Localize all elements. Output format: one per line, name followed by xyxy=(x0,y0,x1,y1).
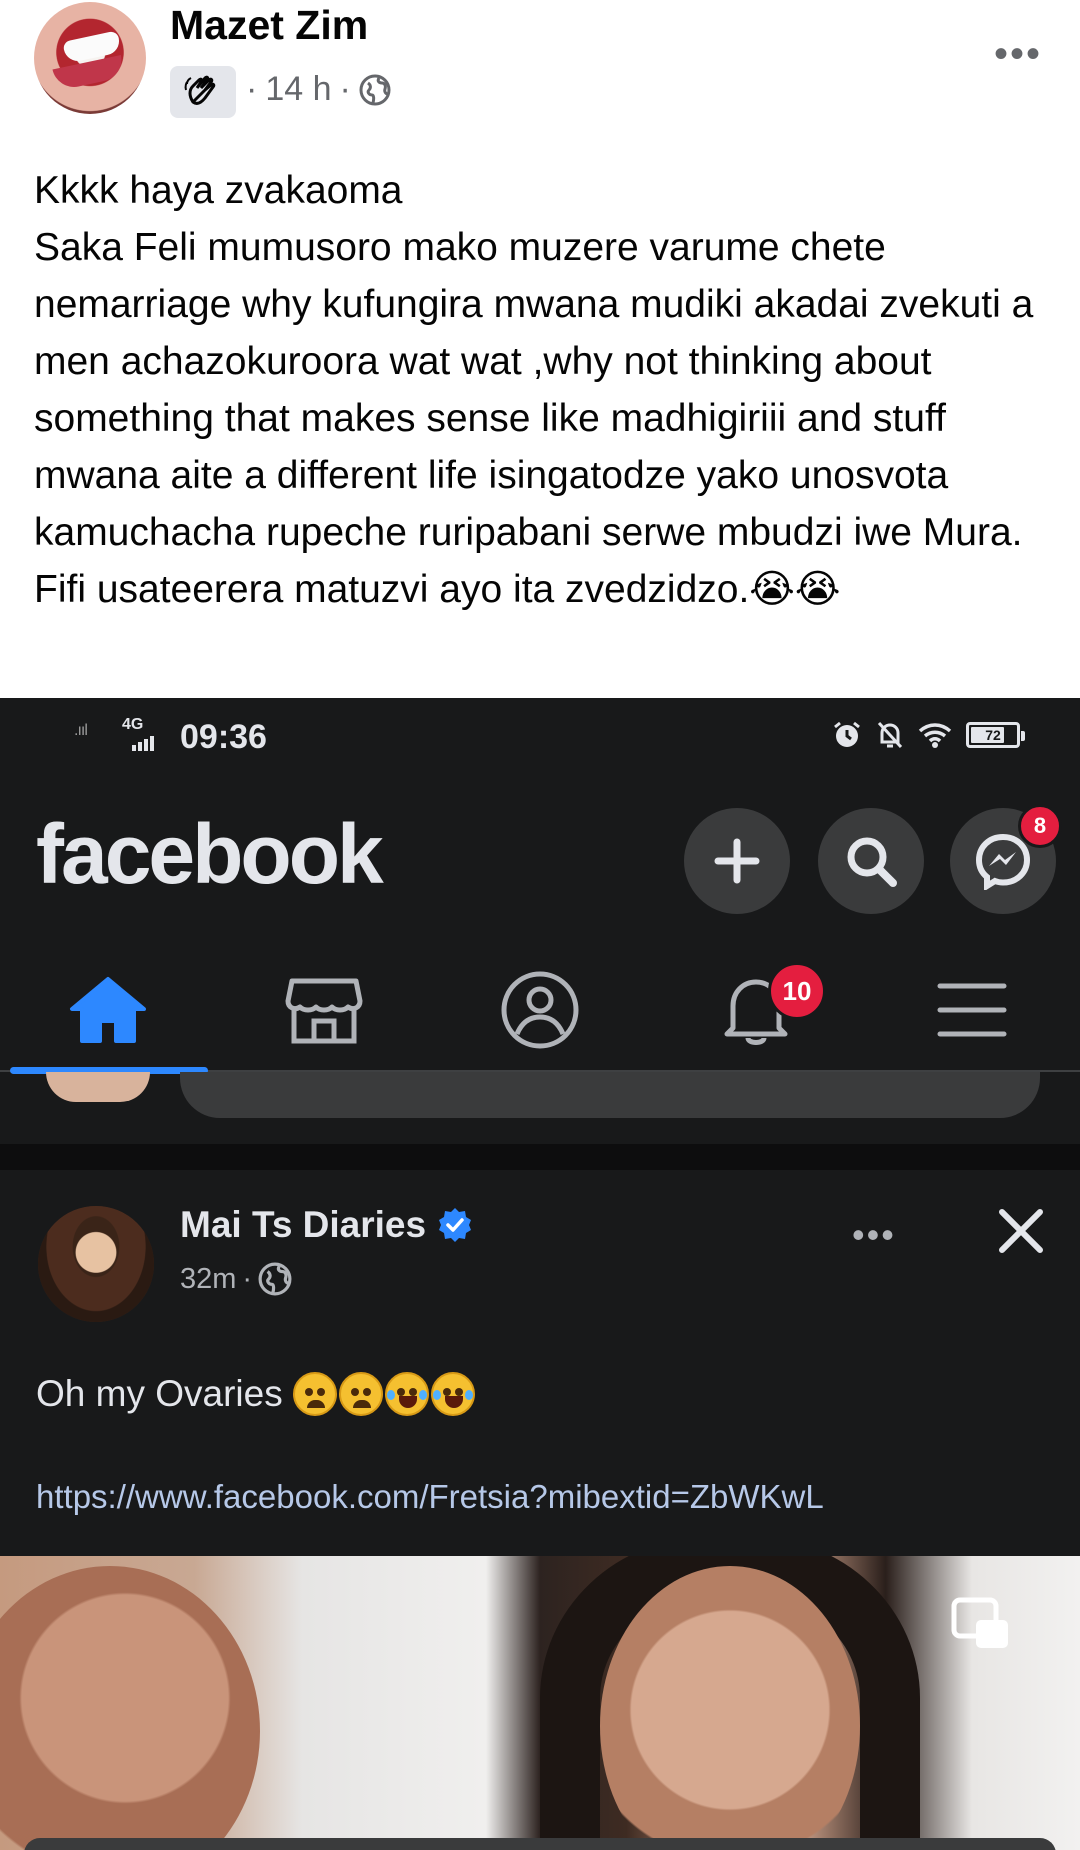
profile-icon xyxy=(501,971,579,1049)
page-name[interactable]: Mai Ts Diaries xyxy=(180,1204,474,1246)
home-icon xyxy=(70,977,146,1043)
tab-menu[interactable] xyxy=(864,948,1080,1072)
status-bar: .ııl 4G 09:36 72 xyxy=(0,698,1080,768)
crying-face-icon xyxy=(292,1372,337,1416)
embedded-screenshot: .ııl 4G 09:36 72 facebook 8 10 Mai Ts Di… xyxy=(0,698,1080,1850)
video-controls-bar[interactable] xyxy=(24,1838,1056,1850)
alarm-icon xyxy=(834,721,860,747)
globe-icon xyxy=(258,1262,292,1296)
post-meta: · 14 h · xyxy=(246,70,391,109)
inner-post-caption: Oh my Ovaries xyxy=(36,1373,283,1414)
composer-input[interactable] xyxy=(180,1072,1040,1118)
crying-face-icon xyxy=(338,1372,383,1416)
post-link[interactable]: https://www.facebook.com/Fretsia?mibexti… xyxy=(36,1478,824,1516)
status-icons: 72 xyxy=(832,720,1025,750)
page-name-label: Mai Ts Diaries xyxy=(180,1204,427,1245)
network-type: 4G xyxy=(122,716,144,733)
feed-divider xyxy=(0,1144,1080,1170)
battery-level: 72 xyxy=(985,727,1001,743)
tab-notifications[interactable]: 10 xyxy=(648,948,864,1072)
meta-separator: · xyxy=(242,1262,253,1295)
meta-separator: · xyxy=(246,70,258,108)
battery-icon: 72 xyxy=(966,722,1025,748)
search-icon xyxy=(847,837,897,887)
inner-post-text: Oh my Ovaries xyxy=(36,1372,475,1416)
close-icon[interactable] xyxy=(994,1204,1048,1258)
inner-more-options-button[interactable]: ••• xyxy=(852,1214,896,1256)
laughing-face-icon xyxy=(430,1372,475,1416)
inner-post-time[interactable]: 32m xyxy=(180,1263,236,1296)
tab-marketplace[interactable] xyxy=(216,948,432,1072)
create-button[interactable] xyxy=(684,808,790,914)
more-options-button[interactable]: ••• xyxy=(994,34,1042,74)
cell-signal-icon xyxy=(132,736,154,751)
tab-bar: 10 xyxy=(0,948,1080,1074)
composer-avatar xyxy=(46,1072,150,1102)
notifications-badge: 10 xyxy=(768,962,826,1020)
meta-separator: · xyxy=(339,70,351,108)
verified-badge-icon xyxy=(439,1208,472,1242)
signal-icon: .ııl xyxy=(74,722,88,739)
search-button[interactable] xyxy=(818,808,924,914)
menu-icon xyxy=(937,983,1007,1037)
picture-in-picture-icon[interactable] xyxy=(950,1596,1012,1654)
marketplace-icon xyxy=(285,978,363,1044)
messenger-button[interactable]: 8 xyxy=(950,804,1062,914)
outer-post-text: Kkkk haya zvakaoma Saka Feli mumusoro ma… xyxy=(34,169,1034,611)
video-thumbnail[interactable] xyxy=(0,1556,1080,1850)
author-name[interactable]: Mazet Zim xyxy=(170,2,368,49)
add-icon xyxy=(714,838,760,884)
tab-profile[interactable] xyxy=(432,948,648,1072)
facebook-logo[interactable]: facebook xyxy=(36,806,384,903)
mute-icon xyxy=(877,721,903,749)
post-time[interactable]: 14 h xyxy=(265,70,331,109)
waving-hand-icon[interactable] xyxy=(170,66,236,118)
globe-icon xyxy=(359,74,391,105)
wifi-icon xyxy=(918,723,952,748)
messenger-badge: 8 xyxy=(1018,804,1062,848)
status-time: 09:36 xyxy=(180,718,267,756)
inner-post-meta: 32m · xyxy=(180,1262,292,1296)
laughing-face-icon xyxy=(384,1372,429,1416)
author-avatar[interactable] xyxy=(34,2,146,114)
emoji-row xyxy=(292,1372,475,1416)
outer-post-header: Mazet Zim · 14 h · ••• xyxy=(0,0,1080,140)
tab-home[interactable] xyxy=(0,948,216,1074)
page-avatar[interactable] xyxy=(38,1206,154,1322)
